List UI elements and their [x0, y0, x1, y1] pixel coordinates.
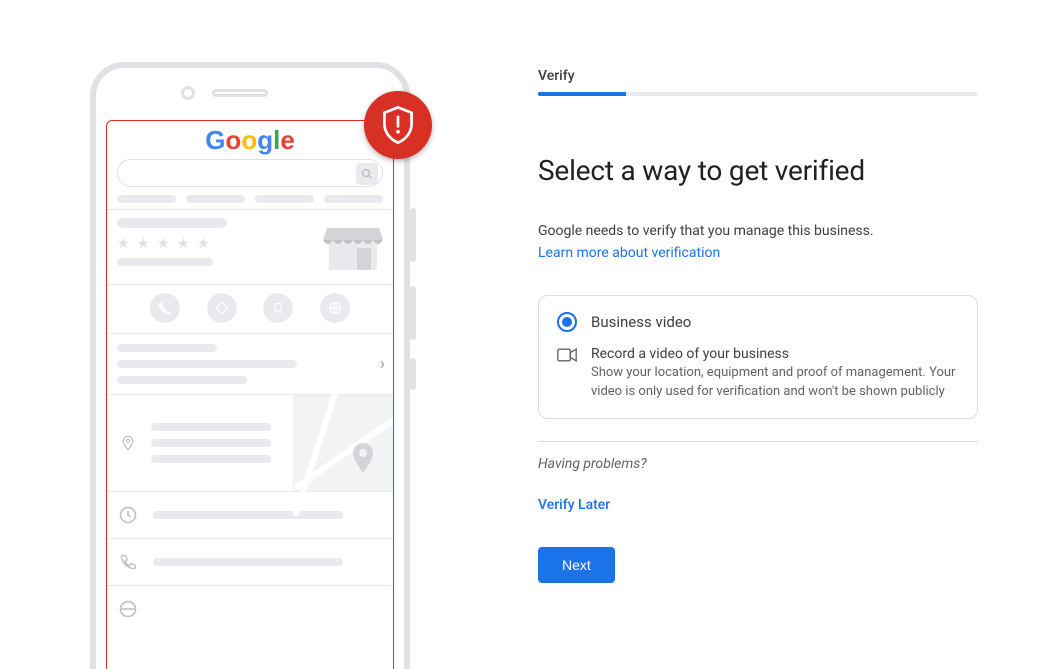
website-row: [107, 586, 393, 632]
option-detail-title: Record a video of your business: [591, 346, 959, 362]
pin-icon: [117, 432, 139, 454]
phone-number-row: [107, 539, 393, 585]
directions-icon: [207, 293, 237, 323]
phone-side-button: [410, 208, 416, 262]
action-icons-row: [107, 285, 393, 333]
save-icon: [263, 293, 293, 323]
option-label: Business video: [591, 313, 691, 331]
star-rating-icon: ★ ★ ★ ★ ★: [117, 236, 227, 252]
phone-illustration: Google ★ ★ ★ ★ ★: [90, 62, 410, 669]
phone-side-button: [410, 358, 416, 390]
video-camera-icon: [557, 348, 577, 362]
divider: [538, 441, 978, 442]
knowledge-panel: ★ ★ ★ ★ ★: [107, 210, 393, 284]
website-icon: [320, 293, 350, 323]
phone-screen: Google ★ ★ ★ ★ ★: [106, 120, 394, 669]
learn-more-link[interactable]: Learn more about verification: [538, 245, 720, 261]
step-label: Verify: [538, 68, 978, 84]
subtext: Google needs to verify that you manage t…: [538, 221, 978, 242]
having-problems-text: Having problems?: [538, 456, 978, 472]
phone-side-button: [410, 286, 416, 340]
search-bar-placeholder: [117, 159, 383, 187]
chevron-right-icon: ›: [380, 354, 385, 375]
phone-icon: [117, 551, 139, 573]
address-row: [107, 395, 393, 491]
verify-panel: Verify Select a way to get verified Goog…: [538, 68, 978, 583]
hours-row: [107, 492, 393, 538]
storefront-icon: [323, 218, 383, 272]
map-pin-icon: [351, 443, 375, 473]
tab-pills: [107, 195, 393, 209]
verification-option-card[interactable]: Business video Record a video of your bu…: [538, 295, 978, 419]
google-logo: Google: [107, 121, 393, 153]
phone-speaker: [212, 89, 268, 97]
radio-selected-icon[interactable]: [557, 312, 577, 332]
progress-bar: [538, 92, 978, 96]
verify-later-link[interactable]: Verify Later: [538, 497, 610, 513]
radio-option[interactable]: Business video: [557, 312, 959, 332]
alert-shield-badge: [364, 91, 432, 159]
option-detail-desc: Show your location, equipment and proof …: [591, 364, 959, 402]
phone-camera-dot: [181, 86, 195, 100]
page-title: Select a way to get verified: [538, 154, 978, 187]
shield-alert-icon: [381, 106, 415, 144]
globe-icon: [117, 598, 139, 620]
next-button[interactable]: Next: [538, 547, 615, 583]
map-thumbnail: [293, 395, 393, 491]
clock-icon: [117, 504, 139, 526]
call-icon: [150, 293, 180, 323]
description-row: ›: [107, 334, 393, 394]
progress-fill: [538, 92, 626, 96]
search-icon: [356, 163, 378, 185]
